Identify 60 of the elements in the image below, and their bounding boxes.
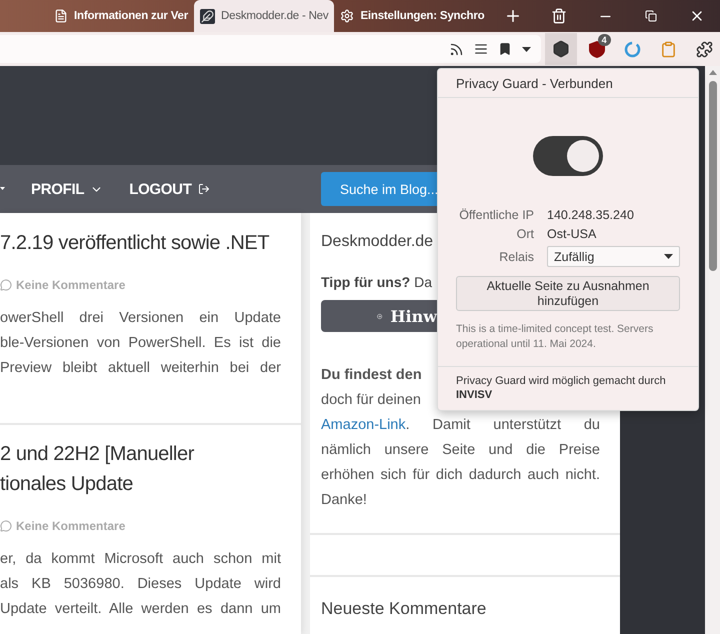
comment-icon bbox=[0, 279, 12, 291]
article-title[interactable]: 2 und 22H2 [Manueller bbox=[0, 439, 301, 469]
article-text: Update verteilt. Alle werden es dann um bbox=[0, 600, 281, 619]
nav-link[interactable]: LOGOUT bbox=[129, 180, 210, 198]
connection-toggle[interactable] bbox=[533, 136, 603, 176]
info-value: Ost-USA bbox=[547, 227, 598, 241]
add-exception-button[interactable]: Aktuelle Seite zu Ausnahmen hinzufügen bbox=[456, 276, 680, 311]
rss-icon[interactable] bbox=[449, 42, 464, 56]
page-icon bbox=[54, 9, 68, 23]
browser-tab[interactable]: Einstellungen: Synchro bbox=[334, 0, 490, 32]
sidebar-heading: Deskmodder.de bbox=[321, 233, 434, 251]
extension-button[interactable] bbox=[545, 33, 577, 65]
promo-text: erhöhen sich für dich dadurch auch nicht. bbox=[321, 466, 600, 485]
ring-icon[interactable] bbox=[624, 40, 642, 58]
info-label: Relais bbox=[498, 250, 534, 264]
notification-badge: 4 bbox=[598, 34, 611, 46]
scrollbar[interactable] bbox=[705, 66, 720, 634]
relay-select[interactable]: Zufällig bbox=[547, 246, 680, 267]
nav-link[interactable]: PROFIL bbox=[31, 180, 104, 198]
hint-button[interactable]: Hinw bbox=[321, 300, 437, 332]
logout-icon bbox=[198, 183, 210, 195]
browser-tab[interactable]: Informationen zur Ver bbox=[48, 0, 194, 32]
restore-icon[interactable] bbox=[645, 10, 658, 22]
article-text: als KB 5036980. Dieses Update wird bbox=[0, 575, 281, 594]
popup-footer: Privacy Guard wird möglich gemacht durch INVISV bbox=[438, 366, 698, 410]
article-title[interactable]: tionales Update bbox=[0, 469, 301, 499]
settings-icon bbox=[340, 9, 354, 23]
bookmark-icon[interactable] bbox=[498, 42, 512, 56]
article-title[interactable]: 7.2.19 veröffentlicht sowie .NET bbox=[0, 228, 301, 258]
browser-tab[interactable]: Deskmodder.de - Nev bbox=[194, 0, 334, 32]
caret-icon bbox=[664, 254, 673, 259]
article-text: owerShell drei Versionen ein Update bbox=[0, 309, 281, 328]
tip-text: Tipp für uns? Da bbox=[321, 274, 432, 290]
info-value: 140.248.35.240 bbox=[547, 208, 635, 222]
hexagon-icon bbox=[552, 40, 570, 58]
dropdown-icon[interactable] bbox=[522, 46, 532, 52]
info-label: Ort bbox=[516, 227, 534, 241]
popup-note: This is a time-limited concept test. Servers operational until 11. Mai 2024. bbox=[456, 322, 654, 352]
scrollbar-thumb[interactable] bbox=[708, 81, 716, 271]
scroll-up-icon[interactable] bbox=[708, 70, 716, 75]
comment-icon bbox=[0, 520, 12, 532]
trash-icon[interactable] bbox=[551, 8, 568, 24]
amazon-link[interactable]: Amazon-Link bbox=[321, 413, 406, 438]
article-text: ble-Versionen von PowerShell. Es ist die bbox=[0, 334, 281, 353]
puzzle-icon[interactable] bbox=[696, 40, 713, 58]
promo-text: nämlich unsere Seite und die Preise bbox=[321, 441, 600, 460]
article-text: Preview bleibt aktuell weiterhin bei der bbox=[0, 359, 281, 378]
caret-icon[interactable] bbox=[0, 186, 5, 192]
reader-icon[interactable] bbox=[474, 42, 488, 56]
promo-text: . Damit unterstützt du bbox=[406, 416, 600, 435]
promo-text: Danke! bbox=[321, 491, 367, 510]
info-label: Öffentliche IP bbox=[458, 208, 534, 222]
article-text: er, da kommt Microsoft auch schon mit bbox=[0, 550, 281, 569]
feather-icon bbox=[201, 10, 214, 22]
promo-text: Du findest den bbox=[321, 366, 422, 385]
widget-title: Neueste Kommentare bbox=[321, 599, 488, 619]
popup-title: Privacy Guard - Verbunden bbox=[438, 69, 698, 98]
search-button[interactable]: Suche im Blog... bbox=[321, 172, 437, 206]
clipboard-icon[interactable] bbox=[660, 40, 677, 58]
promo-text: doch für deinen bbox=[321, 391, 421, 410]
